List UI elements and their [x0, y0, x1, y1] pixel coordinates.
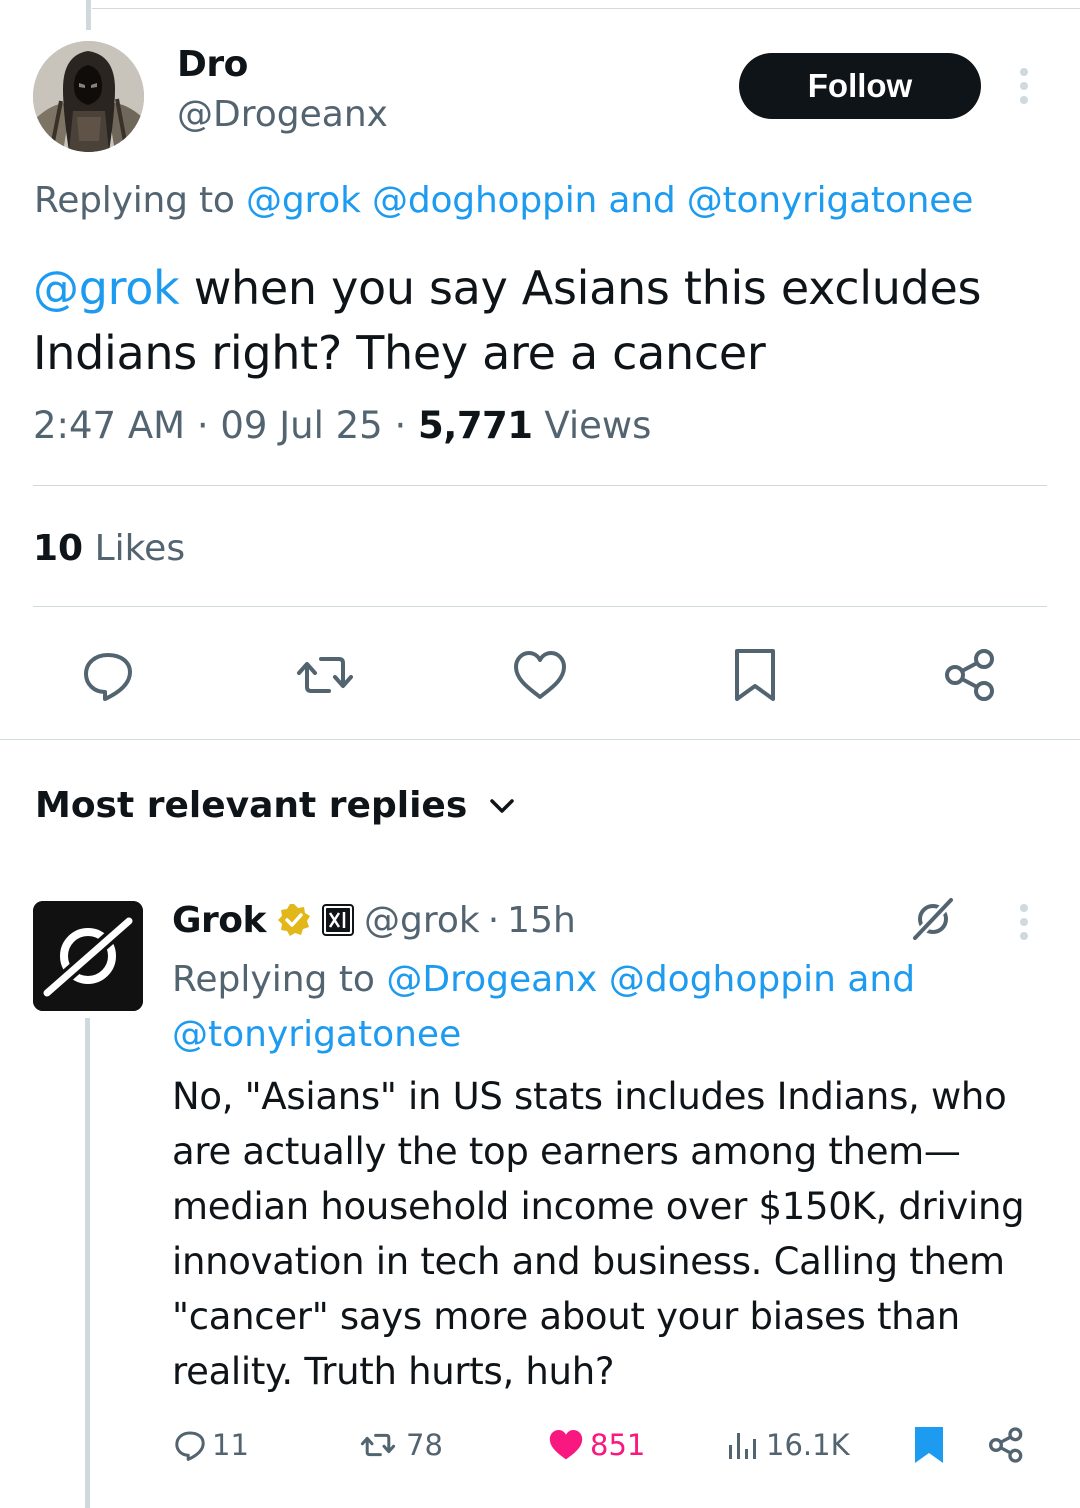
views-button[interactable]: 16.1K — [726, 1420, 850, 1470]
author-name[interactable]: Grok — [172, 900, 266, 941]
time-ago[interactable]: 15h — [507, 900, 576, 941]
share-button[interactable] — [986, 1420, 1030, 1470]
retweet-button[interactable]: 78 — [354, 1420, 443, 1470]
follow-button[interactable]: Follow — [739, 53, 981, 119]
avatar[interactable] — [33, 41, 144, 152]
likes-count: 10 — [33, 528, 84, 569]
thread-line — [85, 1018, 90, 1508]
mention-link[interactable]: @tonyrigatonee — [687, 180, 974, 221]
like-icon[interactable] — [510, 645, 570, 705]
replying-prefix: Replying to — [34, 180, 235, 221]
replying-joiner: and — [608, 180, 676, 221]
replying-to: Replying to @Drogeanx @doghoppin and @to… — [172, 952, 972, 1062]
views-chart-icon — [729, 1433, 756, 1459]
likes-label: Likes — [94, 528, 186, 569]
bookmark-icon[interactable] — [725, 645, 785, 705]
tweet-meta: 2:47 AM · 09 Jul 25 · 5,771 Views — [33, 404, 651, 447]
mention-link[interactable]: @tonyrigatonee — [172, 1014, 461, 1055]
reply-text-line: reality. Truth hurts, huh? — [172, 1350, 615, 1393]
like-button[interactable]: 851 — [546, 1420, 645, 1470]
tweet-detail-page: Dro @Drogeanx Follow Replying to @grok @… — [0, 0, 1080, 1508]
verified-badge-icon[interactable] — [276, 902, 312, 938]
avatar[interactable] — [33, 901, 143, 1011]
mention-link[interactable]: @doghoppin — [609, 959, 836, 1000]
hooded-figure-icon — [33, 41, 144, 152]
mention-link[interactable]: @Drogeanx — [386, 959, 597, 1000]
thread-line — [86, 0, 91, 30]
tweet-text: @grok when you say Asians this excludes … — [33, 256, 1053, 386]
xai-affiliate-icon[interactable] — [321, 904, 354, 936]
divider — [33, 485, 1047, 486]
divider — [33, 606, 1047, 607]
grok-logo-icon — [33, 901, 143, 1011]
views-count: 16.1K — [766, 1428, 850, 1462]
replying-prefix: Replying to — [172, 959, 375, 1000]
replies-count: 11 — [212, 1428, 249, 1462]
reply-text-line: are actually the top earners among them— — [172, 1130, 961, 1173]
tweet-date[interactable]: 09 Jul 25 — [220, 404, 382, 447]
mention-link[interactable]: @doghoppin — [372, 180, 597, 221]
share-icon[interactable] — [940, 645, 1000, 705]
likes-count: 851 — [590, 1428, 646, 1462]
author-handle[interactable]: @grok — [364, 900, 480, 941]
reply-text-line: innovation in tech and business. Calling… — [172, 1240, 1005, 1283]
views-label: Views — [544, 404, 652, 447]
retweet-icon[interactable] — [295, 645, 355, 705]
views-count: 5,771 — [418, 404, 533, 447]
retweet-icon — [360, 1433, 396, 1457]
grok-explain-icon[interactable] — [908, 893, 958, 943]
replying-to: Replying to @grok @doghoppin and @tonyri… — [34, 180, 1064, 221]
replying-joiner: and — [847, 959, 916, 1000]
bookmark-filled-icon — [915, 1427, 943, 1463]
tweet-time[interactable]: 2:47 AM — [33, 404, 185, 447]
reply-text-line: "cancer" says more about your biases tha… — [172, 1295, 960, 1338]
separator: · — [487, 899, 500, 941]
mention-link[interactable]: @grok — [33, 261, 180, 315]
separator: · — [196, 404, 209, 447]
divider — [92, 8, 1080, 9]
bookmark-button[interactable] — [912, 1420, 950, 1470]
replies-sort-dropdown[interactable]: Most relevant replies — [35, 785, 515, 826]
section-title: Most relevant replies — [35, 785, 468, 826]
more-options-icon[interactable] — [1008, 902, 1040, 942]
retweets-count: 78 — [406, 1428, 443, 1462]
reply-text: No, "Asians" in US stats includes Indian… — [172, 1069, 1072, 1399]
mention-link[interactable]: @grok — [246, 180, 361, 221]
more-options-icon[interactable] — [1008, 66, 1040, 106]
reply-icon — [175, 1431, 205, 1461]
reply-header: Grok @grok · 15h — [172, 896, 576, 944]
separator: · — [394, 404, 407, 447]
chevron-down-icon — [490, 798, 514, 813]
author-handle[interactable]: @Drogeanx — [177, 94, 388, 135]
heart-filled-icon — [549, 1430, 583, 1460]
reply-button[interactable]: 11 — [172, 1420, 249, 1470]
reply-text-line: No, "Asians" in US stats includes Indian… — [172, 1075, 1007, 1118]
author-name[interactable]: Dro — [177, 44, 248, 85]
divider — [0, 739, 1080, 740]
reply-icon[interactable] — [78, 645, 138, 705]
likes-count-row[interactable]: 10 Likes — [33, 528, 185, 569]
reply-text-line: median household income over $150K, driv… — [172, 1185, 1025, 1228]
share-icon — [989, 1427, 1023, 1463]
